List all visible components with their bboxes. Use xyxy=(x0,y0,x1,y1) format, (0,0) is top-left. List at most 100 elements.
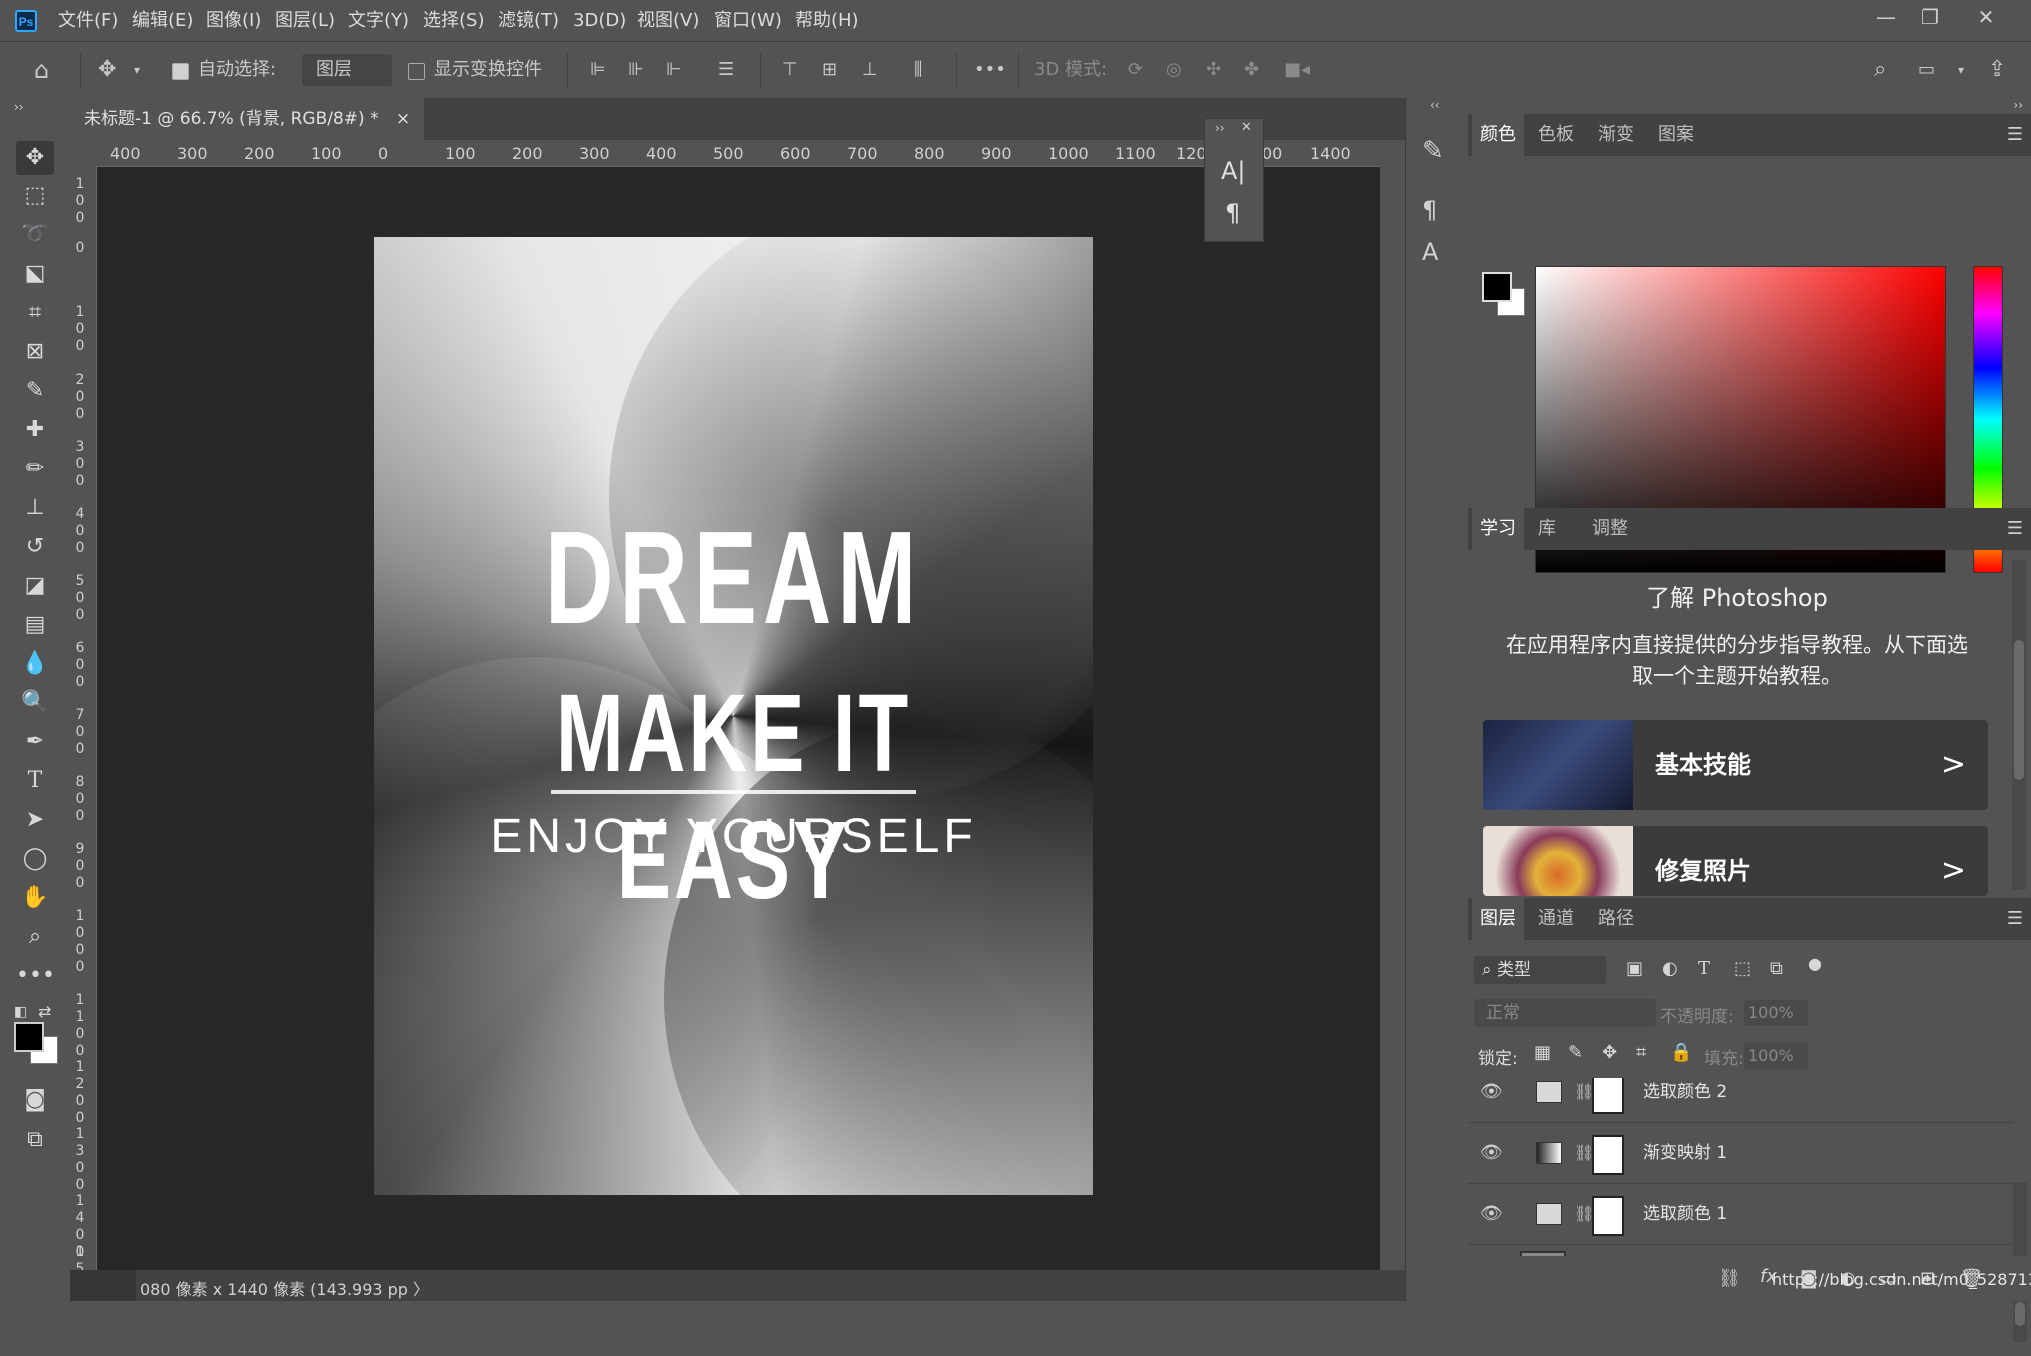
marquee-tool-icon[interactable]: ⬚ xyxy=(16,179,54,213)
stamp-tool-icon[interactable]: ⊥ xyxy=(16,491,54,525)
layer-filter-dropdown[interactable]: ⌕ 类型 xyxy=(1474,956,1606,984)
foreground-color-swatch[interactable] xyxy=(14,1022,44,1052)
link-layers-icon[interactable]: ⛓ xyxy=(1718,1268,1741,1289)
blend-mode-dropdown[interactable]: 正常 xyxy=(1474,999,1656,1027)
healing-brush-tool-icon[interactable]: ✚ xyxy=(16,413,54,447)
panel-foreground-swatch[interactable] xyxy=(1482,272,1512,302)
layer-name[interactable]: 选取颜色 1 xyxy=(1643,1184,1727,1244)
document-tab[interactable]: 未标题-1 @ 66.7% (背景, RGB/8#) * × xyxy=(70,98,425,140)
filter-toggle-icon[interactable]: ● xyxy=(1808,954,1822,973)
tab-channels[interactable]: 通道 xyxy=(1530,898,1582,940)
tab-swatches[interactable]: 色板 xyxy=(1530,114,1582,156)
brush-tool-icon[interactable]: ✏ xyxy=(16,452,54,486)
distribute-vertical-icon[interactable]: ⫼ xyxy=(914,52,922,88)
tab-learn[interactable]: 学习 xyxy=(1472,508,1524,550)
tab-libraries[interactable]: 库 xyxy=(1530,508,1564,550)
auto-select-dropdown[interactable]: 图层 xyxy=(302,54,392,86)
visibility-eye-icon[interactable]: 👁 xyxy=(1480,1078,1503,1122)
workspace-chevron-icon[interactable]: ▾ xyxy=(1958,52,1964,88)
learn-scrollbar[interactable] xyxy=(2012,560,2026,890)
align-middle-icon[interactable]: ⊞ xyxy=(822,52,837,88)
visibility-eye-icon[interactable]: 👁 xyxy=(1480,1184,1503,1244)
layer-row[interactable]: 👁 ⛓ 选取颜色 1 xyxy=(1468,1184,2013,1245)
filter-shape-icon[interactable]: ⬚ xyxy=(1734,958,1751,979)
tab-color[interactable]: 颜色 xyxy=(1472,114,1524,156)
menu-image[interactable]: 图像(I) xyxy=(206,0,261,41)
auto-select-checkbox[interactable] xyxy=(172,63,189,80)
eraser-tool-icon[interactable]: ◪ xyxy=(16,569,54,603)
frame-tool-icon[interactable]: ⊠ xyxy=(16,335,54,369)
3d-pan-icon[interactable]: ✣ xyxy=(1206,52,1221,88)
layer-name[interactable]: 选取颜色 2 xyxy=(1643,1078,1727,1122)
crop-tool-icon[interactable]: ⌗ xyxy=(16,296,54,330)
collapse-strip-icon[interactable]: ‹‹ xyxy=(1430,98,1440,112)
align-bottom-icon[interactable]: ⊥ xyxy=(862,52,878,88)
lock-artboard-icon[interactable]: ⌗ xyxy=(1636,1042,1646,1063)
tab-gradients[interactable]: 渐变 xyxy=(1590,114,1642,156)
ellipse-tool-icon[interactable]: ◯ xyxy=(16,842,54,876)
menu-select[interactable]: 选择(S) xyxy=(423,0,484,41)
swap-colors-icon[interactable]: ⇄ xyxy=(38,1002,51,1021)
lock-transparent-icon[interactable]: ▦ xyxy=(1534,1042,1551,1063)
quick-mask-icon[interactable]: ◙ xyxy=(16,1083,54,1117)
layer-mask-thumbnail[interactable] xyxy=(1592,1196,1624,1236)
restore-button[interactable]: ❐ xyxy=(1907,0,1953,36)
show-transform-checkbox[interactable] xyxy=(408,63,425,80)
lasso-tool-icon[interactable]: ➰ xyxy=(16,218,54,252)
move-tool-preset-icon[interactable]: ✥ xyxy=(98,52,116,88)
align-center-icon[interactable]: ⊪ xyxy=(628,52,644,88)
layer-mask-thumbnail[interactable] xyxy=(1592,1078,1624,1114)
menu-layer[interactable]: 图层(L) xyxy=(275,0,335,41)
lock-position-icon[interactable]: ✥ xyxy=(1602,1042,1617,1063)
learn-card-basic-skills[interactable]: 基本技能 > xyxy=(1483,720,1988,810)
collapse-dock-icon[interactable]: ›› xyxy=(2013,98,2023,112)
poster-artwork[interactable]: DREAM MAKE IT EASY ENJOY YOURSELF xyxy=(374,237,1093,1195)
opacity-field[interactable]: 100% xyxy=(1744,1000,1808,1026)
distribute-icon[interactable]: ☰ xyxy=(718,52,734,88)
learn-card-fix-photos[interactable]: 修复照片 > xyxy=(1483,826,1988,896)
menu-filter[interactable]: 滤镜(T) xyxy=(498,0,559,41)
blur-tool-icon[interactable]: 💧 xyxy=(16,647,54,681)
hand-tool-icon[interactable]: ✋ xyxy=(16,881,54,915)
history-brush-tool-icon[interactable]: ↺ xyxy=(16,530,54,564)
pen-tool-icon[interactable]: ✒ xyxy=(16,725,54,759)
layer-mask-thumbnail[interactable] xyxy=(1592,1135,1624,1175)
align-right-icon[interactable]: ⊩ xyxy=(666,52,682,88)
layer-row[interactable]: 👁 ⛓ 渐变映射 1 xyxy=(1468,1123,2013,1184)
align-top-icon[interactable]: ⊤ xyxy=(782,52,798,88)
object-select-tool-icon[interactable]: ⬕ xyxy=(16,257,54,291)
paragraph-panel-icon[interactable]: ¶ xyxy=(1225,199,1240,227)
dodge-tool-icon[interactable]: 🔍 xyxy=(16,686,54,720)
screen-mode-icon[interactable]: ⧉ xyxy=(16,1123,54,1157)
document-info[interactable]: 080 像素 x 1440 像素 (143.993 pp 〉 xyxy=(140,1276,429,1300)
lock-image-icon[interactable]: ✎ xyxy=(1568,1042,1583,1063)
default-colors-icon[interactable]: ◧ xyxy=(14,1004,27,1020)
visibility-eye-icon[interactable]: 👁 xyxy=(1480,1123,1503,1183)
gradient-tool-icon[interactable]: ▤ xyxy=(16,608,54,642)
fill-field[interactable]: 100% xyxy=(1744,1043,1808,1069)
home-icon[interactable]: ⌂ xyxy=(34,52,49,88)
zoom-tool-icon[interactable]: ⌕ xyxy=(16,920,54,954)
3d-orbit-icon[interactable]: ⟳ xyxy=(1128,52,1143,88)
tab-adjustments[interactable]: 调整 xyxy=(1584,508,1636,550)
canvas-area[interactable]: DREAM MAKE IT EASY ENJOY YOURSELF xyxy=(97,167,1380,1270)
menu-edit[interactable]: 编辑(E) xyxy=(132,0,193,41)
eyedropper-tool-icon[interactable]: ✎ xyxy=(16,374,54,408)
3d-roll-icon[interactable]: ◎ xyxy=(1166,52,1182,88)
path-select-tool-icon[interactable]: ➤ xyxy=(16,803,54,837)
filter-pixel-icon[interactable]: ▣ xyxy=(1626,958,1643,979)
workspace-icon[interactable]: ▭ xyxy=(1918,52,1935,88)
menu-type[interactable]: 文字(Y) xyxy=(348,0,409,41)
tab-paths[interactable]: 路径 xyxy=(1590,898,1642,940)
share-icon[interactable]: ⇪ xyxy=(1988,52,2006,88)
panel-menu-icon[interactable]: ☰ xyxy=(2007,908,2023,929)
character-styles-icon[interactable]: A xyxy=(1422,238,1438,266)
tab-patterns[interactable]: 图案 xyxy=(1650,114,1702,156)
filter-type-icon[interactable]: T xyxy=(1698,958,1710,979)
panel-menu-icon[interactable]: ☰ xyxy=(2007,518,2023,539)
move-tool-icon[interactable]: ✥ xyxy=(16,141,54,175)
filter-smart-object-icon[interactable]: ⧉ xyxy=(1770,958,1783,979)
lock-all-icon[interactable]: 🔒 xyxy=(1670,1042,1692,1063)
tab-layers[interactable]: 图层 xyxy=(1472,898,1524,940)
menu-help[interactable]: 帮助(H) xyxy=(795,0,859,41)
